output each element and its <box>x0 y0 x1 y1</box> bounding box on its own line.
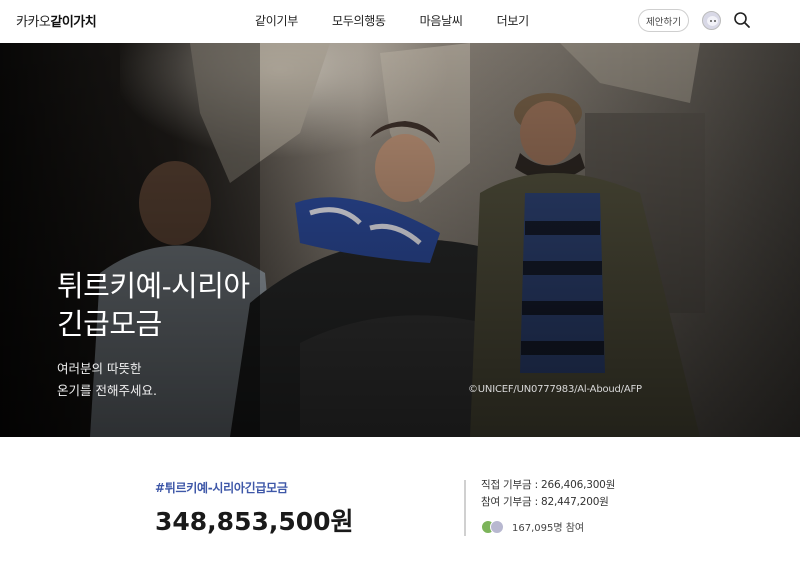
nav-item-more[interactable]: 더보기 <box>497 12 530 29</box>
hero-subtitle: 여러분의 따뜻한 온기를 전해주세요. <box>57 358 157 402</box>
total-donation-amount: 348,853,500원 <box>155 507 354 536</box>
top-header: 카카오같이가치 같이기부 모두의행동 마음날씨 더보기 제안하기 <box>0 0 800 43</box>
hero-subtitle-line-2: 온기를 전해주세요. <box>57 383 157 398</box>
participation-donation: 참여 기부금 : 82,447,200원 <box>481 496 609 508</box>
participant-avatar <box>490 519 504 534</box>
hero-subtitle-line-1: 여러분의 따뜻한 <box>57 361 142 376</box>
logo-text-bold: 같이가치 <box>50 15 97 30</box>
photo-credit: ©UNICEF/UN0777983/Al-Aboud/AFP <box>468 384 642 395</box>
main-nav: 같이기부 모두의행동 마음날씨 더보기 <box>255 12 563 29</box>
nav-item-action[interactable]: 모두의행동 <box>332 12 386 29</box>
hero-title-line-1: 튀르키예-시리아 <box>57 269 250 303</box>
participants-count: 167,095명 참여 <box>512 523 585 534</box>
hero-title: 튀르키예-시리아 긴급모금 <box>57 267 250 343</box>
campaign-hashtag[interactable]: #튀르키예-시리아긴급모금 <box>155 479 288 496</box>
propose-button[interactable]: 제안하기 <box>638 9 689 32</box>
nav-item-mood[interactable]: 마음날씨 <box>420 12 463 29</box>
search-icon[interactable] <box>733 11 751 29</box>
logo-text-light: 카카오 <box>16 15 51 30</box>
nav-item-giving[interactable]: 같이기부 <box>255 12 298 29</box>
stats-divider <box>464 480 466 536</box>
participants-summary: 167,095명 참여 <box>481 519 584 534</box>
direct-donation: 직접 기부금 : 266,406,300원 <box>481 479 616 491</box>
hero-title-line-2: 긴급모금 <box>57 307 162 341</box>
avatar[interactable] <box>702 11 721 30</box>
hero-banner[interactable]: 튀르키예-시리아 긴급모금 여러분의 따뜻한 온기를 전해주세요. ©UNICE… <box>0 43 800 437</box>
site-logo[interactable]: 카카오같이가치 <box>16 11 97 30</box>
